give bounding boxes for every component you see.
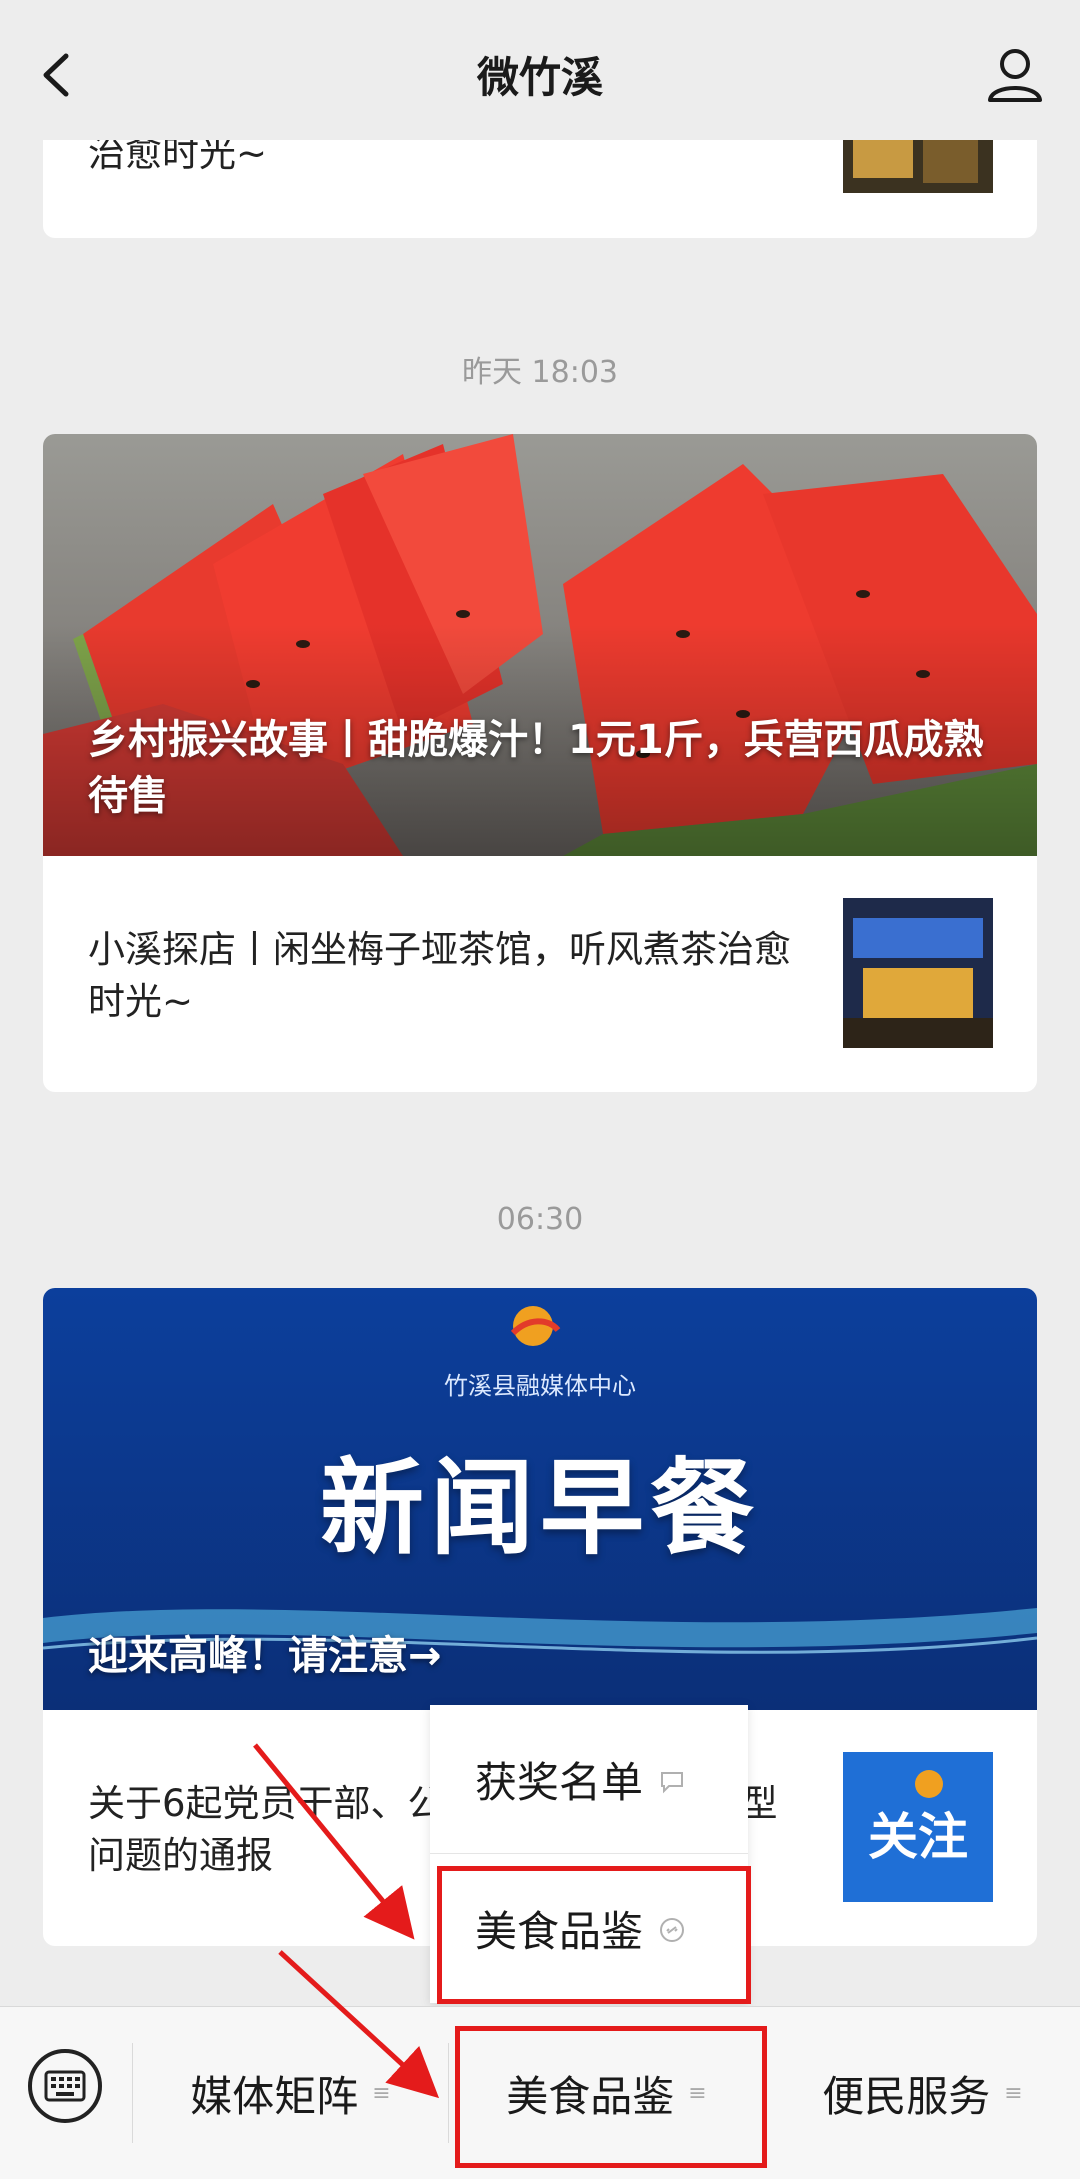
top-bar: 微竹溪 [0,0,1080,140]
page-title: 微竹溪 [476,53,603,102]
annotation-arrows [253,1743,440,2099]
profile-icon[interactable] [980,40,1050,110]
